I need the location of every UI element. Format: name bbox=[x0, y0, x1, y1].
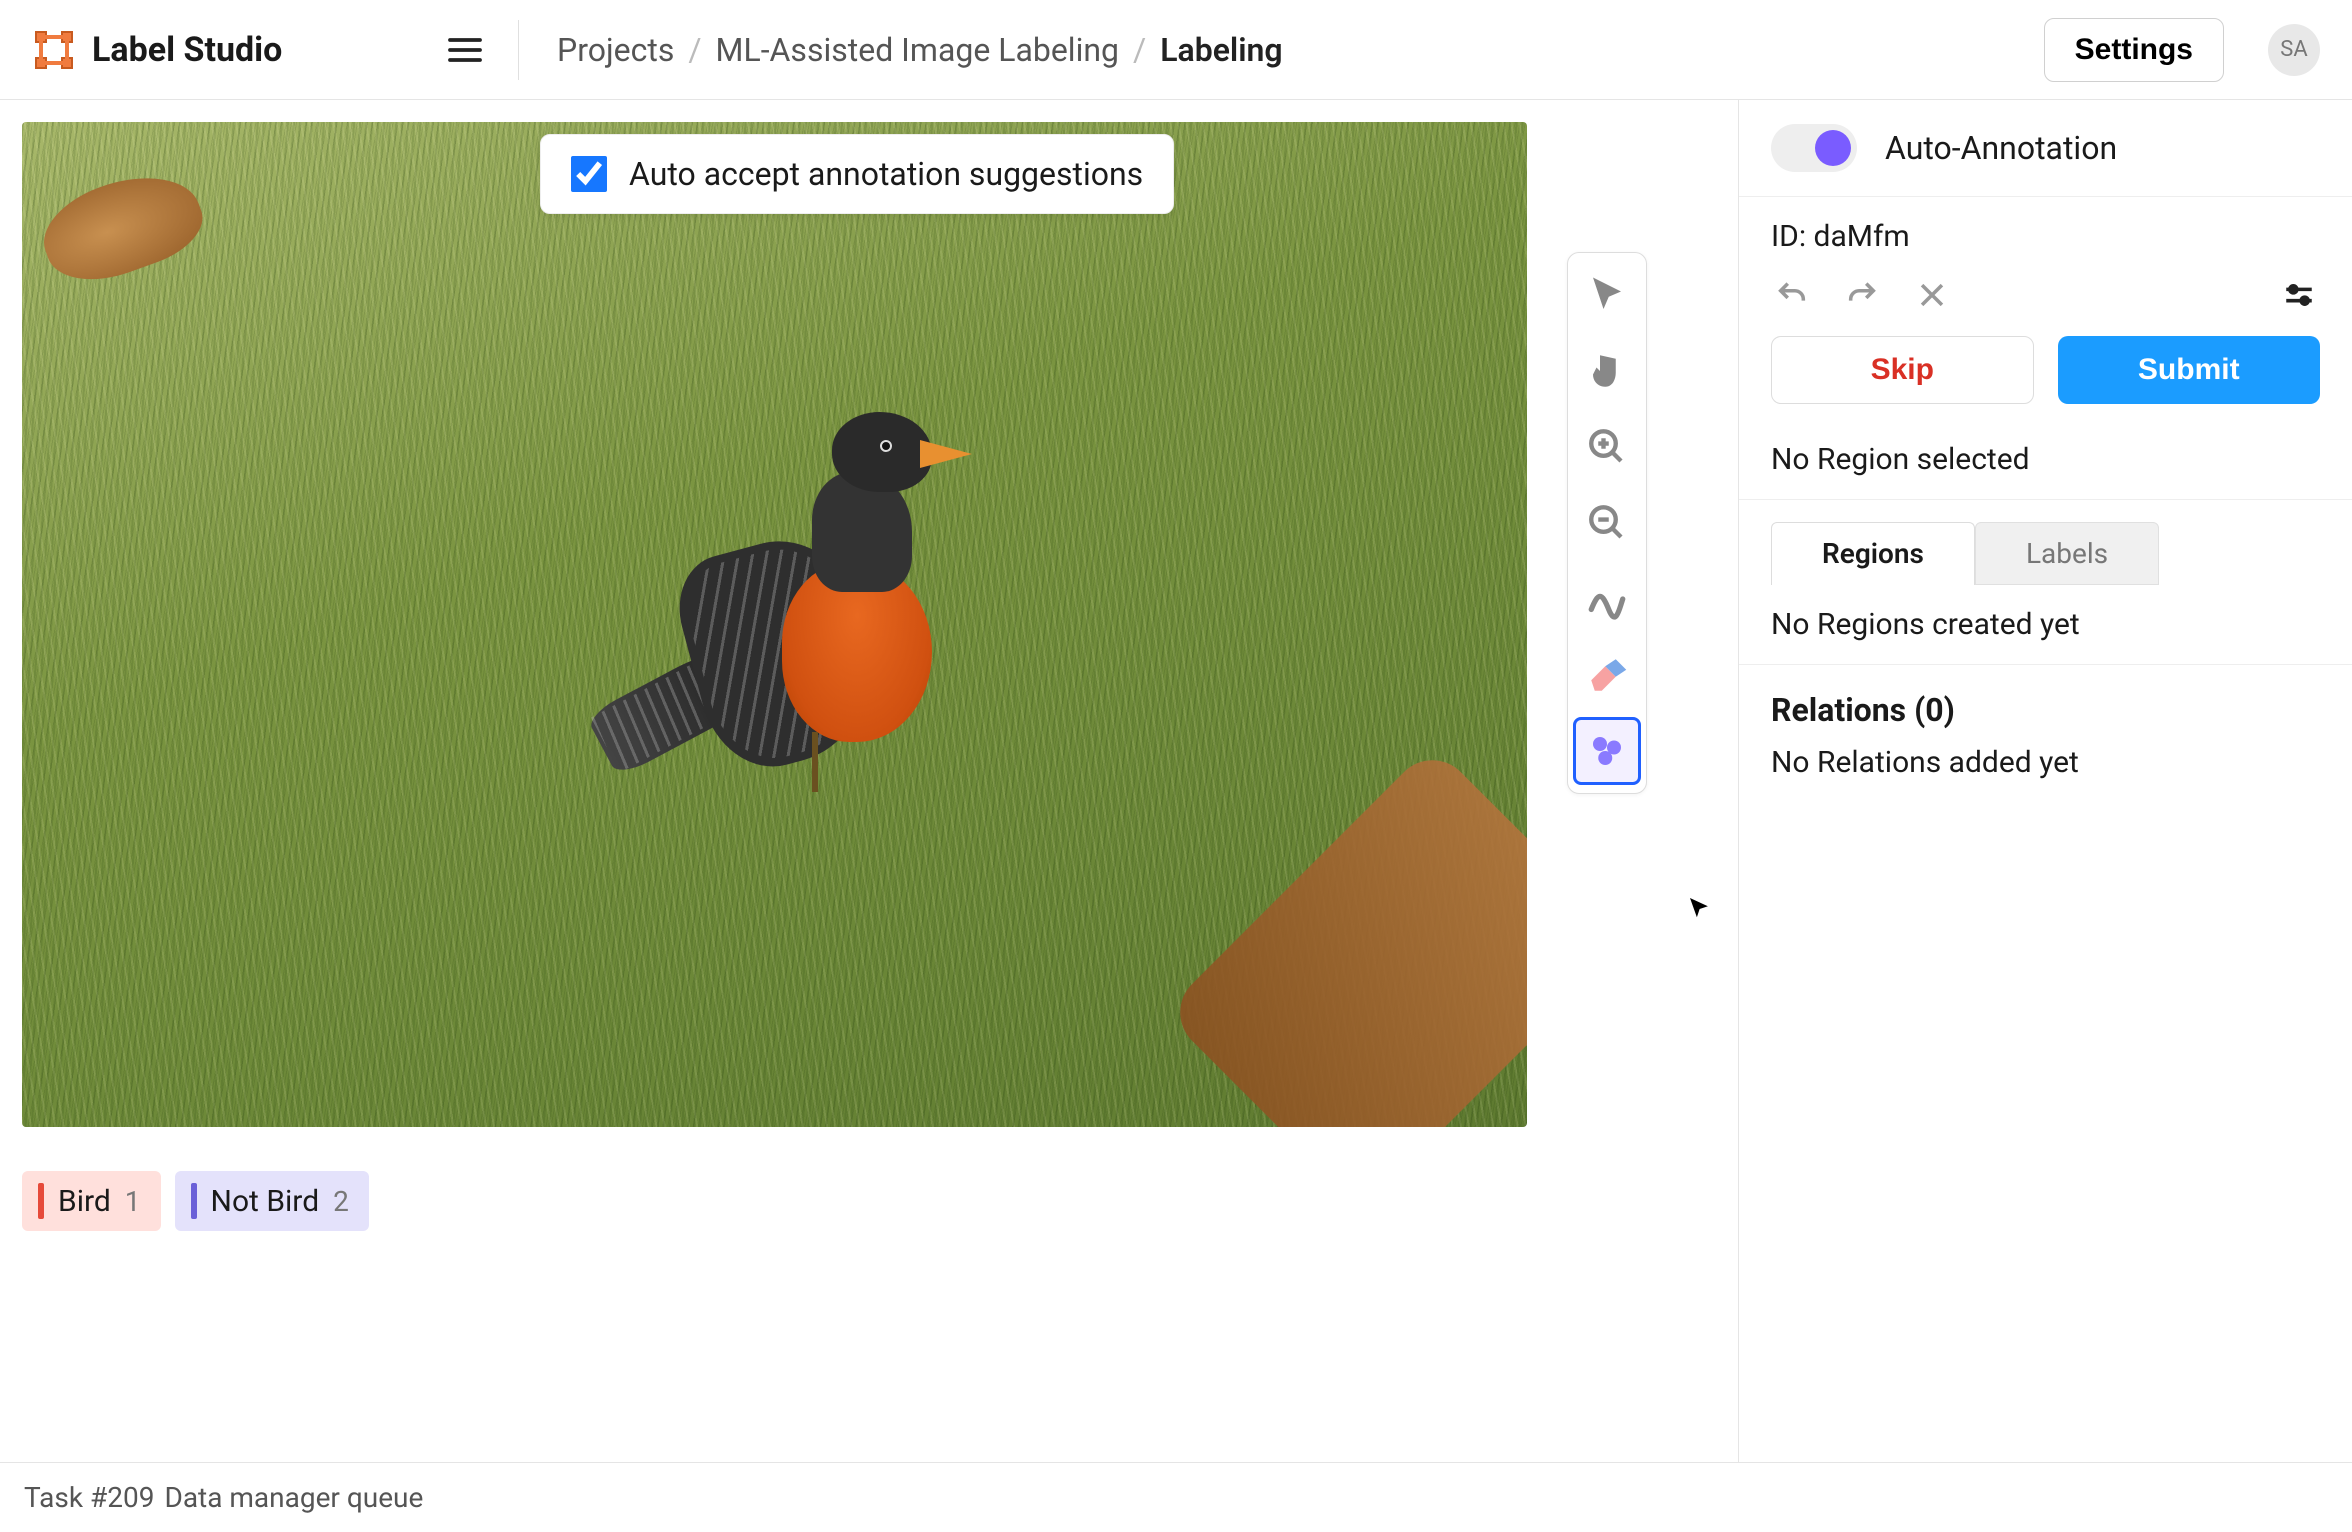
relations-header: Relations (0) bbox=[1739, 665, 2352, 739]
right-panel: Auto-Annotation ID: daMfm Skip Submit No… bbox=[1738, 100, 2352, 1462]
brush-tool[interactable] bbox=[1573, 565, 1641, 633]
header-divider bbox=[518, 20, 519, 80]
tab-labels[interactable]: Labels bbox=[1975, 522, 2159, 585]
auto-accept-checkbox[interactable] bbox=[571, 156, 607, 192]
auto-annotation-row: Auto-Annotation bbox=[1739, 100, 2352, 197]
task-number: Task #209 bbox=[24, 1481, 154, 1514]
settings-button[interactable]: Settings bbox=[2044, 18, 2224, 82]
main: Auto accept annotation suggestions Bird … bbox=[0, 100, 2352, 1462]
bird bbox=[662, 412, 982, 792]
brush-icon bbox=[1586, 578, 1628, 620]
topbar: Label Studio Projects / ML-Assisted Imag… bbox=[0, 0, 2352, 100]
smart-tool[interactable] bbox=[1573, 717, 1641, 785]
logo-icon bbox=[32, 28, 76, 72]
breadcrumb-sep: / bbox=[1133, 31, 1146, 69]
labels-row: Bird 1 Not Bird 2 bbox=[0, 1149, 1738, 1253]
region-status: No Region selected bbox=[1739, 432, 2352, 500]
label-name: Bird bbox=[58, 1184, 111, 1219]
region-tabs: Regions Labels bbox=[1739, 500, 2352, 585]
submit-row: Skip Submit bbox=[1739, 336, 2352, 432]
task-image[interactable] bbox=[22, 122, 1527, 1127]
breadcrumb-current[interactable]: Labeling bbox=[1160, 31, 1282, 69]
auto-accept-label: Auto accept annotation suggestions bbox=[629, 155, 1143, 193]
zoom-in-icon bbox=[1586, 426, 1628, 468]
eraser-icon bbox=[1586, 654, 1628, 696]
left-panel: Auto accept annotation suggestions Bird … bbox=[0, 100, 1738, 1462]
menu-button[interactable] bbox=[440, 25, 490, 75]
zoom-in-tool[interactable] bbox=[1573, 413, 1641, 481]
hand-icon bbox=[1586, 350, 1628, 392]
toggle-dot bbox=[1815, 130, 1851, 166]
logo-block[interactable]: Label Studio bbox=[32, 28, 412, 72]
canvas-area bbox=[0, 100, 1738, 1149]
label-color-bar bbox=[191, 1183, 197, 1219]
label-name: Not Bird bbox=[211, 1184, 320, 1219]
app-name: Label Studio bbox=[92, 30, 282, 70]
reset-button[interactable] bbox=[1911, 274, 1953, 316]
settings-sliders-button[interactable] bbox=[2278, 274, 2320, 316]
zoom-out-icon bbox=[1586, 502, 1628, 544]
submit-button[interactable]: Submit bbox=[2058, 336, 2321, 404]
pointer-tool[interactable] bbox=[1573, 261, 1641, 329]
redo-icon bbox=[1845, 278, 1879, 312]
pointer-icon bbox=[1586, 274, 1628, 316]
redo-button[interactable] bbox=[1841, 274, 1883, 316]
skip-button[interactable]: Skip bbox=[1771, 336, 2034, 404]
avatar[interactable]: SA bbox=[2268, 24, 2320, 76]
breadcrumb-sep: / bbox=[688, 31, 701, 69]
breadcrumb-project-name[interactable]: ML-Assisted Image Labeling bbox=[716, 31, 1119, 69]
action-row bbox=[1739, 260, 2352, 336]
hand-tool[interactable] bbox=[1573, 337, 1641, 405]
label-tag-not-bird[interactable]: Not Bird 2 bbox=[175, 1171, 369, 1231]
auto-accept-banner: Auto accept annotation suggestions bbox=[540, 134, 1174, 214]
eraser-tool[interactable] bbox=[1573, 641, 1641, 709]
label-hotkey: 2 bbox=[333, 1185, 349, 1218]
label-color-bar bbox=[38, 1183, 44, 1219]
regions-empty: No Regions created yet bbox=[1739, 585, 2352, 665]
footer: Task #209 Data manager queue bbox=[0, 1462, 2352, 1532]
tab-regions[interactable]: Regions bbox=[1771, 522, 1975, 585]
auto-annotation-label: Auto-Annotation bbox=[1885, 129, 2117, 167]
smart-icon bbox=[1586, 730, 1628, 772]
label-hotkey: 1 bbox=[125, 1185, 141, 1218]
zoom-out-tool[interactable] bbox=[1573, 489, 1641, 557]
breadcrumb: Projects / ML-Assisted Image Labeling / … bbox=[547, 31, 2016, 69]
sliders-icon bbox=[2282, 278, 2316, 312]
undo-button[interactable] bbox=[1771, 274, 1813, 316]
breadcrumb-projects[interactable]: Projects bbox=[557, 31, 674, 69]
toolbox bbox=[1567, 252, 1647, 794]
annotation-id: ID: daMfm bbox=[1739, 197, 2352, 260]
relations-empty: No Relations added yet bbox=[1739, 739, 2352, 804]
hamburger-icon bbox=[445, 30, 485, 70]
queue-label: Data manager queue bbox=[164, 1481, 423, 1514]
close-icon bbox=[1915, 278, 1949, 312]
auto-annotation-toggle[interactable] bbox=[1771, 124, 1857, 172]
undo-icon bbox=[1775, 278, 1809, 312]
label-tag-bird[interactable]: Bird 1 bbox=[22, 1171, 161, 1231]
